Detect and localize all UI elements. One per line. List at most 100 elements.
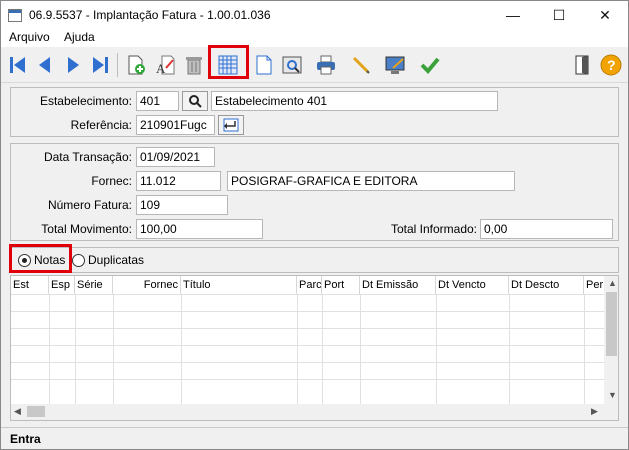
- print-icon: [317, 55, 335, 75]
- edit-button[interactable]: A: [152, 52, 178, 78]
- column-header[interactable]: Esp: [49, 276, 75, 294]
- column-header[interactable]: Parc: [297, 276, 322, 294]
- window-title: 06.9.5537 - Implantação Fatura - 1.00.01…: [29, 8, 271, 22]
- toolbar: A ?: [1, 45, 628, 83]
- menu-bar: Arquivo Ajuda: [1, 29, 628, 47]
- app-icon: [8, 9, 22, 22]
- confirm-icon: [420, 57, 440, 74]
- edit-icon: A: [156, 55, 175, 76]
- referencia-enter-button[interactable]: [218, 115, 244, 135]
- application-window: 06.9.5537 - Implantação Fatura - 1.00.01…: [0, 0, 629, 450]
- svg-text:A: A: [156, 61, 166, 76]
- table-row[interactable]: [11, 379, 605, 396]
- column-divider: [181, 294, 182, 404]
- numero-fatura-field[interactable]: 109: [136, 195, 228, 215]
- referencia-field[interactable]: 210901Fugc: [136, 115, 215, 135]
- preview-icon: [282, 56, 302, 74]
- total-informado-field[interactable]: 0,00: [480, 219, 613, 239]
- column-header[interactable]: Per: [584, 276, 605, 294]
- menu-arquivo[interactable]: Arquivo: [9, 30, 50, 44]
- first-icon: [10, 57, 25, 73]
- column-header[interactable]: Est: [11, 276, 49, 294]
- new-icon: [128, 55, 145, 75]
- pencil-button[interactable]: [348, 52, 374, 78]
- last-icon: [93, 57, 108, 73]
- data-transacao-label: Data Transação:: [43, 150, 132, 164]
- document-button[interactable]: [251, 52, 277, 78]
- first-record-button[interactable]: [5, 52, 31, 78]
- estabelecimento-code-field[interactable]: 401: [136, 91, 179, 111]
- scroll-up-icon[interactable]: ▲: [608, 278, 617, 288]
- options-panel: Notas Duplicatas: [10, 247, 619, 273]
- enter-icon: [223, 118, 239, 132]
- vertical-scrollbar[interactable]: ▲ ▼: [604, 276, 618, 404]
- scroll-left-icon[interactable]: ◀: [14, 406, 21, 417]
- data-transacao-field[interactable]: 01/09/2021: [136, 147, 215, 167]
- column-divider: [584, 294, 585, 404]
- numero-fatura-label: Número Fatura:: [47, 198, 132, 212]
- table-row[interactable]: [11, 362, 605, 379]
- close-button[interactable]: ✕: [582, 1, 628, 29]
- maximize-button[interactable]: ☐: [536, 1, 582, 29]
- duplicatas-label[interactable]: Duplicatas: [88, 253, 144, 267]
- exit-button[interactable]: [570, 52, 596, 78]
- total-informado-label: Total Informado:: [390, 222, 477, 236]
- fornec-name-field: POSIGRAF-GRAFICA E EDITORA: [227, 171, 515, 191]
- column-divider: [297, 294, 298, 404]
- last-record-button[interactable]: [87, 52, 113, 78]
- column-header[interactable]: Dt Descto: [509, 276, 584, 294]
- title-bar: 06.9.5537 - Implantação Fatura - 1.00.01…: [1, 1, 628, 29]
- minimize-button[interactable]: —: [490, 1, 536, 29]
- column-header[interactable]: Dt Emissão: [360, 276, 436, 294]
- status-bar: Entra: [1, 427, 628, 449]
- next-icon: [68, 57, 79, 73]
- detail-panel: Data Transação: 01/09/2021 Fornec: 11.01…: [10, 143, 619, 241]
- next-record-button[interactable]: [60, 52, 86, 78]
- horizontal-scrollbar[interactable]: ◀ ▶: [11, 404, 618, 420]
- total-movimento-field[interactable]: 100,00: [136, 219, 263, 239]
- duplicatas-radio[interactable]: [72, 254, 85, 267]
- column-divider: [509, 294, 510, 404]
- print-button[interactable]: [313, 52, 339, 78]
- column-header[interactable]: Dt Vencto: [436, 276, 509, 294]
- preview-button[interactable]: [279, 52, 305, 78]
- confirm-button[interactable]: [417, 52, 443, 78]
- grid-header: Est Esp Série Fornec Título Parc Port Dt…: [11, 276, 605, 294]
- horizontal-scroll-thumb[interactable]: [27, 406, 45, 417]
- search-estabelecimento-button[interactable]: [182, 91, 208, 111]
- help-button[interactable]: ?: [598, 52, 624, 78]
- total-movimento-label: Total Movimento:: [41, 222, 132, 236]
- tools-icon: [385, 56, 405, 74]
- help-icon: ?: [600, 54, 622, 76]
- column-divider: [322, 294, 323, 404]
- pencil-icon: [352, 56, 370, 74]
- column-header[interactable]: Título: [181, 276, 297, 294]
- menu-ajuda[interactable]: Ajuda: [64, 30, 95, 44]
- column-header[interactable]: Port: [322, 276, 360, 294]
- referencia-label: Referência:: [70, 118, 132, 132]
- column-divider: [49, 294, 50, 404]
- fornec-label: Fornec:: [91, 174, 132, 188]
- new-button[interactable]: [123, 52, 149, 78]
- column-header[interactable]: Fornec: [113, 276, 181, 294]
- delete-button[interactable]: [181, 52, 207, 78]
- column-divider: [75, 294, 76, 404]
- estabelecimento-name-field: Estabelecimento 401: [211, 91, 498, 111]
- table-row[interactable]: [11, 311, 605, 328]
- column-divider: [436, 294, 437, 404]
- svg-text:?: ?: [607, 57, 616, 73]
- previous-record-button[interactable]: [32, 52, 58, 78]
- items-grid[interactable]: Est Esp Série Fornec Título Parc Port Dt…: [10, 275, 619, 421]
- scroll-right-icon[interactable]: ▶: [591, 406, 598, 417]
- table-row[interactable]: [11, 328, 605, 345]
- document-icon: [256, 55, 272, 75]
- vertical-scroll-thumb[interactable]: [606, 292, 617, 356]
- scroll-down-icon[interactable]: ▼: [608, 390, 617, 400]
- tools-button[interactable]: [382, 52, 408, 78]
- table-row[interactable]: [11, 294, 605, 311]
- header-panel: Estabelecimento: 401 Estabelecimento 401…: [10, 87, 619, 137]
- table-row[interactable]: [11, 345, 605, 362]
- toolbar-separator: [117, 53, 118, 77]
- fornec-code-field[interactable]: 11.012: [136, 171, 221, 191]
- column-header[interactable]: Série: [75, 276, 113, 294]
